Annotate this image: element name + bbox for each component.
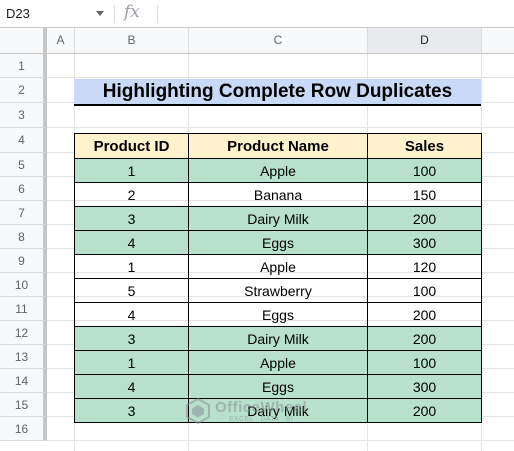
sales-cell[interactable]: 300 [367, 230, 482, 255]
row-header-12[interactable]: 12 [0, 321, 47, 345]
sales-cell[interactable]: 120 [367, 254, 482, 279]
product-id-cell[interactable]: 3 [74, 326, 189, 351]
row-header-6[interactable]: 6 [0, 177, 47, 201]
product-name-cell[interactable]: Banana [188, 182, 368, 207]
product-id-cell[interactable]: 4 [74, 302, 189, 327]
table-row: 5 Strawberry 100 [74, 278, 482, 303]
column-header-c[interactable]: C [189, 28, 368, 53]
table-row: 4 Eggs 200 [74, 302, 482, 327]
table-row: 3 Dairy Milk 200 [74, 398, 482, 423]
column-header-bar: A B C D [0, 28, 514, 54]
sales-cell[interactable]: 200 [367, 206, 482, 231]
row-header-4[interactable]: 4 [0, 128, 47, 153]
table-header-row: Product ID Product Name Sales [74, 133, 482, 159]
column-header-a[interactable]: A [47, 28, 75, 53]
row-header-16[interactable]: 16 [0, 417, 47, 441]
sales-cell[interactable]: 300 [367, 374, 482, 399]
row-header-5[interactable]: 5 [0, 153, 47, 177]
divider [157, 5, 158, 23]
product-id-cell[interactable]: 4 [74, 374, 189, 399]
table-row: 3 Dairy Milk 200 [74, 206, 482, 231]
row-header-3[interactable]: 3 [0, 103, 47, 128]
table-row: 4 Eggs 300 [74, 230, 482, 255]
column-header-b[interactable]: B [75, 28, 189, 53]
cell-reference: D23 [6, 6, 30, 21]
table-row: 3 Dairy Milk 200 [74, 326, 482, 351]
formula-bar: D23 fx [0, 0, 514, 28]
table-body: 1 Apple 100 2 Banana 150 3 Dairy Milk 200 4 Eggs 30… [74, 158, 482, 423]
sales-cell[interactable]: 150 [367, 182, 482, 207]
name-box[interactable]: D23 [0, 0, 112, 27]
product-name-cell[interactable]: Dairy Milk [188, 398, 368, 423]
row-header-7[interactable]: 7 [0, 201, 47, 225]
product-name-cell[interactable]: Eggs [188, 230, 368, 255]
header-sales[interactable]: Sales [367, 133, 482, 159]
fx-icon: fx [124, 2, 140, 22]
table-row: 2 Banana 150 [74, 182, 482, 207]
header-product-name[interactable]: Product Name [188, 133, 368, 159]
product-id-cell[interactable]: 3 [74, 206, 189, 231]
product-id-cell[interactable]: 2 [74, 182, 189, 207]
product-id-cell[interactable]: 1 [74, 254, 189, 279]
table-row: 1 Apple 100 [74, 350, 482, 375]
row-header-14[interactable]: 14 [0, 369, 47, 393]
row-header-10[interactable]: 10 [0, 273, 47, 297]
product-name-cell[interactable]: Apple [188, 350, 368, 375]
column-header-e[interactable] [482, 28, 514, 53]
row-header-13[interactable]: 13 [0, 345, 47, 369]
product-id-cell[interactable]: 3 [74, 398, 189, 423]
divider [114, 5, 115, 23]
sales-cell[interactable]: 100 [367, 278, 482, 303]
product-table: Product ID Product Name Sales 1 Apple 100 2… [74, 133, 482, 423]
sales-cell[interactable]: 200 [367, 398, 482, 423]
chevron-down-icon[interactable] [96, 11, 104, 16]
header-product-id[interactable]: Product ID [74, 133, 189, 159]
product-name-cell[interactable]: Strawberry [188, 278, 368, 303]
product-name-cell[interactable]: Dairy Milk [188, 206, 368, 231]
sheet-title: Highlighting Complete Row Duplicates [74, 79, 481, 106]
row-header-11[interactable]: 11 [0, 297, 47, 321]
row-header-9[interactable]: 9 [0, 249, 47, 273]
product-name-cell[interactable]: Eggs [188, 374, 368, 399]
row-header-1[interactable]: 1 [0, 54, 47, 78]
product-id-cell[interactable]: 4 [74, 230, 189, 255]
column-header-d[interactable]: D [368, 28, 482, 53]
table-row: 4 Eggs 300 [74, 374, 482, 399]
sales-cell[interactable]: 100 [367, 350, 482, 375]
sales-cell[interactable]: 200 [367, 326, 482, 351]
product-id-cell[interactable]: 1 [74, 158, 189, 183]
sales-cell[interactable]: 200 [367, 302, 482, 327]
sales-cell[interactable]: 100 [367, 158, 482, 183]
grid-line [47, 440, 514, 441]
table-row: 1 Apple 120 [74, 254, 482, 279]
product-id-cell[interactable]: 1 [74, 350, 189, 375]
table-row: 1 Apple 100 [74, 158, 482, 183]
product-id-cell[interactable]: 5 [74, 278, 189, 303]
product-name-cell[interactable]: Dairy Milk [188, 326, 368, 351]
row-header-8[interactable]: 8 [0, 225, 47, 249]
grid-line [47, 77, 514, 78]
product-name-cell[interactable]: Apple [188, 158, 368, 183]
product-name-cell[interactable]: Apple [188, 254, 368, 279]
grid-line [47, 127, 514, 128]
product-name-cell[interactable]: Eggs [188, 302, 368, 327]
row-header-15[interactable]: 15 [0, 393, 47, 417]
select-all-corner[interactable] [0, 28, 47, 53]
row-header-2[interactable]: 2 [0, 78, 47, 103]
formula-input[interactable] [164, 0, 509, 27]
